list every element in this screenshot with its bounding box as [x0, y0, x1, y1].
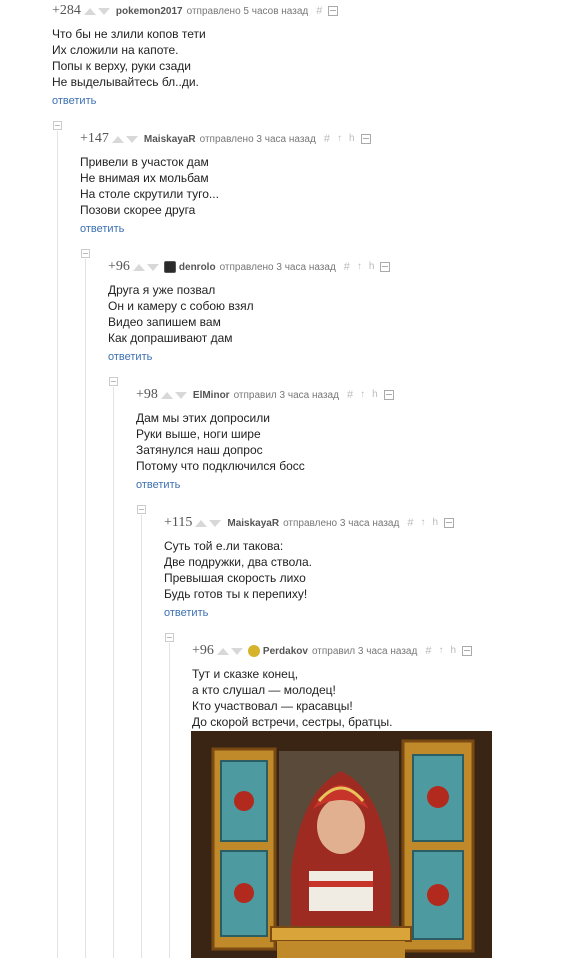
comment-rating: +96: [192, 643, 214, 658]
parent-link-icon[interactable]: ↑: [337, 134, 342, 144]
window-illustration: [191, 731, 492, 958]
collapse-toggle[interactable]: [81, 249, 90, 258]
hash-link-icon[interactable]: #: [347, 389, 353, 401]
reply-link[interactable]: ответить: [136, 479, 180, 491]
comment-author[interactable]: denrolo: [179, 262, 216, 273]
comment-image[interactable]: [191, 731, 492, 958]
comment-rating: +284: [52, 3, 81, 18]
hash-link-icon[interactable]: #: [407, 517, 413, 529]
hash-link-icon[interactable]: #: [324, 133, 330, 145]
save-icon[interactable]: [444, 518, 454, 528]
comment-header: +147 MaiskayaR отправлено 3 часа назад #…: [80, 131, 371, 147]
comment-text: Привели в участок дам Не внимая их мольба…: [80, 155, 219, 217]
tree-icon[interactable]: h: [349, 134, 355, 144]
tree-icon[interactable]: h: [372, 390, 378, 400]
upvote-icon[interactable]: [132, 263, 145, 271]
reply-link[interactable]: ответить: [52, 95, 96, 107]
comment-rating: +96: [108, 259, 130, 274]
comment-author[interactable]: pokemon2017: [116, 6, 183, 17]
downvote-icon[interactable]: [146, 263, 159, 271]
thread-line: [113, 387, 114, 958]
reply-link[interactable]: ответить: [80, 223, 124, 235]
hash-link-icon[interactable]: #: [316, 5, 322, 17]
comment-text: Что бы не злили копов тети Их сложили на …: [52, 27, 206, 89]
comment-text: Друга я уже позвал Он и камеру с собою вз…: [108, 283, 254, 345]
comment-author[interactable]: MaiskayaR: [144, 134, 196, 145]
save-icon[interactable]: [462, 646, 473, 656]
hash-link-icon[interactable]: #: [425, 645, 431, 657]
comment-time[interactable]: отправлено 3 часа назад: [200, 134, 316, 145]
tree-icon[interactable]: h: [450, 646, 456, 656]
tree-icon[interactable]: h: [369, 262, 375, 272]
comment-text: Суть той е.ли такова: Две подружки, два с…: [164, 539, 313, 601]
downvote-icon[interactable]: [209, 519, 222, 527]
parent-link-icon[interactable]: ↑: [360, 390, 365, 400]
thread-line: [85, 259, 86, 958]
save-icon[interactable]: [360, 134, 371, 144]
save-icon[interactable]: [383, 390, 394, 400]
parent-link-icon[interactable]: ↑: [420, 518, 425, 528]
parent-link-icon[interactable]: ↑: [438, 646, 443, 656]
reply-link[interactable]: ответить: [164, 607, 208, 619]
comment-header: +115 MaiskayaR отправлено 3 часа назад #…: [164, 515, 454, 531]
save-icon[interactable]: [380, 262, 391, 272]
tree-icon[interactable]: h: [432, 518, 438, 528]
parent-link-icon[interactable]: ↑: [357, 262, 362, 272]
comment-author[interactable]: MaiskayaR: [227, 518, 279, 529]
comment-header: +284 pokemon2017 отправлено 5 часов наза…: [52, 3, 339, 19]
comment-time[interactable]: отправлено 3 часа назад: [220, 262, 336, 273]
thread-line: [141, 515, 142, 958]
comment-header: +96 Perdakov отправил 3 часа назад # ↑ h: [192, 643, 473, 659]
avatar[interactable]: [163, 261, 176, 273]
comment-author[interactable]: Perdakov: [263, 646, 308, 657]
comment-time[interactable]: отправлено 5 часов назад: [187, 6, 309, 17]
thread-line: [169, 643, 170, 958]
collapse-toggle[interactable]: [137, 505, 146, 514]
thread-line: [57, 131, 58, 958]
avatar[interactable]: [247, 645, 260, 657]
downvote-icon[interactable]: [174, 391, 187, 399]
comment-time[interactable]: отправил 3 часа назад: [312, 646, 417, 657]
comment-time[interactable]: отправил 3 часа назад: [234, 390, 339, 401]
collapse-toggle[interactable]: [109, 377, 118, 386]
comment-time[interactable]: отправлено 3 часа назад: [283, 518, 399, 529]
upvote-icon[interactable]: [216, 647, 229, 655]
comment-author[interactable]: ElMinor: [193, 390, 230, 401]
hash-link-icon[interactable]: #: [344, 261, 350, 273]
comment-text: Дам мы этих допросили Руки выше, ноги шир…: [136, 411, 305, 473]
collapse-toggle[interactable]: [53, 121, 62, 130]
upvote-icon[interactable]: [111, 135, 124, 143]
reply-link[interactable]: ответить: [108, 351, 152, 363]
save-icon[interactable]: [328, 6, 339, 16]
comment-rating: +115: [164, 515, 193, 530]
collapse-toggle[interactable]: [165, 633, 174, 642]
comment-header: +96 denrolo отправлено 3 часа назад # ↑ …: [108, 259, 391, 275]
upvote-icon[interactable]: [83, 7, 96, 15]
comment-header: +98 ElMinor отправил 3 часа назад # ↑ h: [136, 387, 394, 403]
upvote-icon[interactable]: [195, 519, 208, 527]
downvote-icon[interactable]: [125, 135, 138, 143]
downvote-icon[interactable]: [97, 7, 110, 15]
comment-rating: +98: [136, 387, 158, 402]
comment-rating: +147: [80, 131, 109, 146]
downvote-icon[interactable]: [230, 647, 243, 655]
comment-text: Тут и сказке конец, а кто слушал — молоде…: [192, 667, 393, 729]
upvote-icon[interactable]: [160, 391, 173, 399]
